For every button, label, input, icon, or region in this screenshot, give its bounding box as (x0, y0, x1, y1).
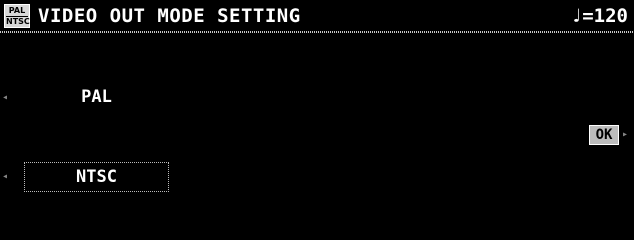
ok-button[interactable]: OK (589, 125, 619, 145)
ntsc-option-button[interactable]: NTSC (24, 162, 169, 192)
right-arrow-icon: ▸ (622, 129, 629, 140)
left-arrow-icon: ◂ (2, 92, 9, 103)
video-out-mode-screen: PAL NTSC VIDEO OUT MODE SETTING ♩=120 ◂ … (0, 0, 634, 239)
icon-line-pal: PAL (8, 6, 26, 15)
pal-option-button[interactable]: PAL (24, 83, 169, 113)
page-title: VIDEO OUT MODE SETTING (38, 5, 301, 27)
icon-line-ntsc: NTSC (6, 16, 30, 26)
title-divider (0, 31, 634, 33)
title-bar: PAL NTSC VIDEO OUT MODE SETTING ♩=120 (0, 0, 634, 30)
left-arrow-icon: ◂ (2, 171, 9, 182)
tempo-readout: ♩=120 (570, 5, 628, 27)
pal-ntsc-icon: PAL NTSC (4, 4, 30, 28)
